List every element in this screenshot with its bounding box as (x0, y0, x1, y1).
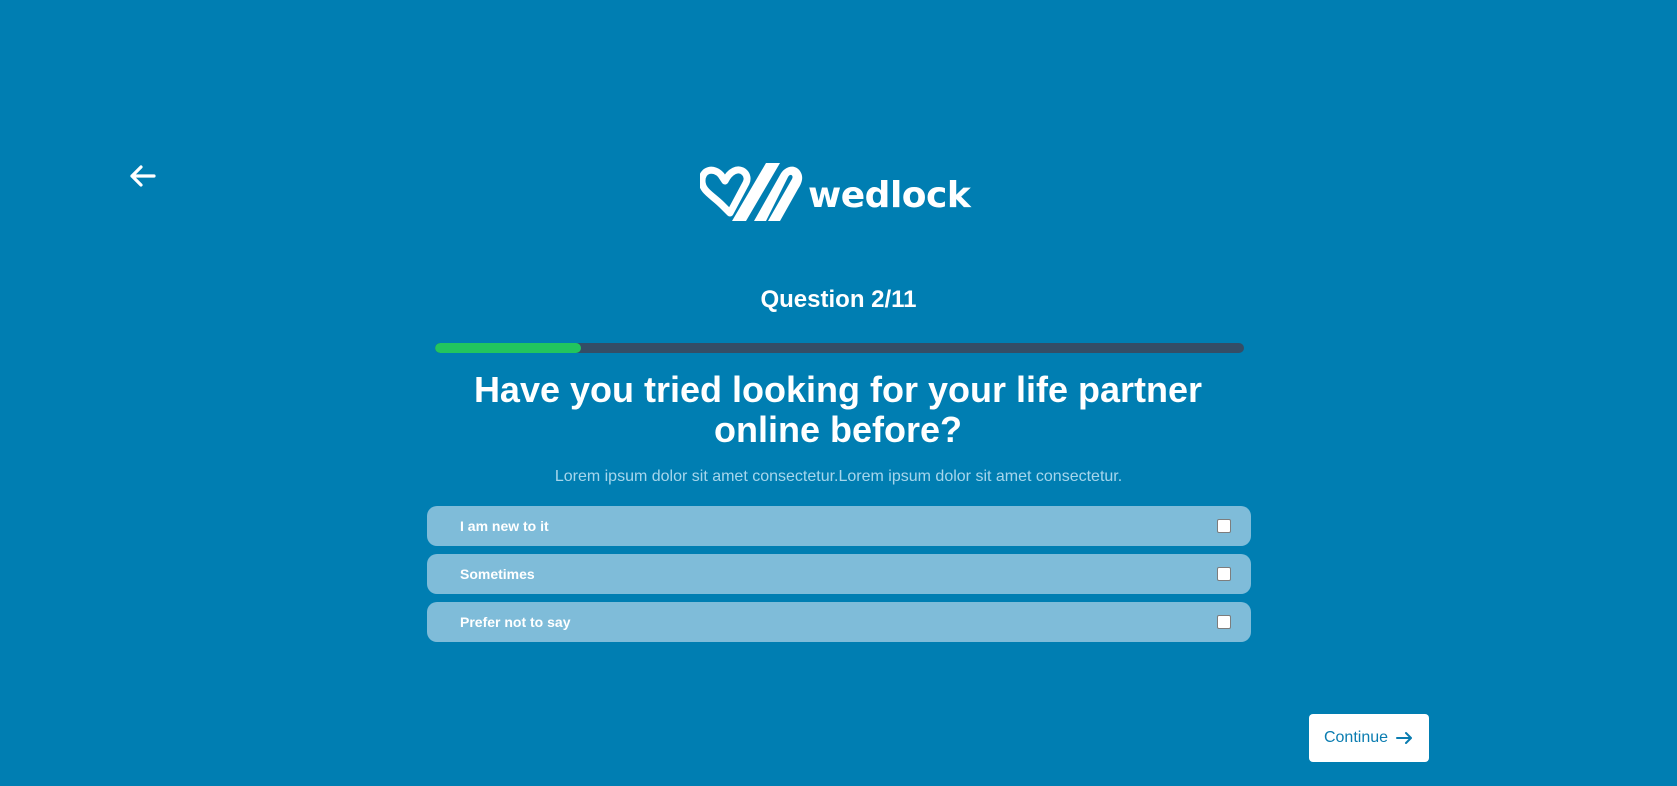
question-counter: Question 2/11 (760, 286, 917, 313)
arrow-left-icon (130, 165, 156, 187)
option-item[interactable]: Prefer not to say (427, 602, 1251, 642)
option-checkbox[interactable] (1217, 519, 1231, 533)
option-label: Prefer not to say (460, 614, 571, 630)
option-label: I am new to it (460, 518, 549, 534)
wedlock-logo-mark (700, 163, 803, 221)
progress-fill (435, 343, 581, 353)
question-subtitle: Lorem ipsum dolor sit amet consectetur.L… (554, 468, 1123, 485)
option-checkbox[interactable] (1217, 615, 1231, 629)
back-button[interactable] (126, 160, 158, 192)
arrow-right-icon (1396, 732, 1413, 744)
question-title: Have you tried looking for your life par… (473, 369, 1203, 450)
logo-text: wedlock (808, 174, 971, 216)
option-checkbox[interactable] (1217, 567, 1231, 581)
progress-bar (435, 343, 1244, 353)
options-list: I am new to it Sometimes Prefer not to s… (427, 506, 1251, 650)
continue-label: Continue (1323, 729, 1389, 746)
logo: wedlock (700, 155, 971, 227)
option-item[interactable]: I am new to it (427, 506, 1251, 546)
continue-button[interactable]: Continue (1309, 714, 1429, 762)
option-label: Sometimes (460, 566, 535, 582)
option-item[interactable]: Sometimes (427, 554, 1251, 594)
